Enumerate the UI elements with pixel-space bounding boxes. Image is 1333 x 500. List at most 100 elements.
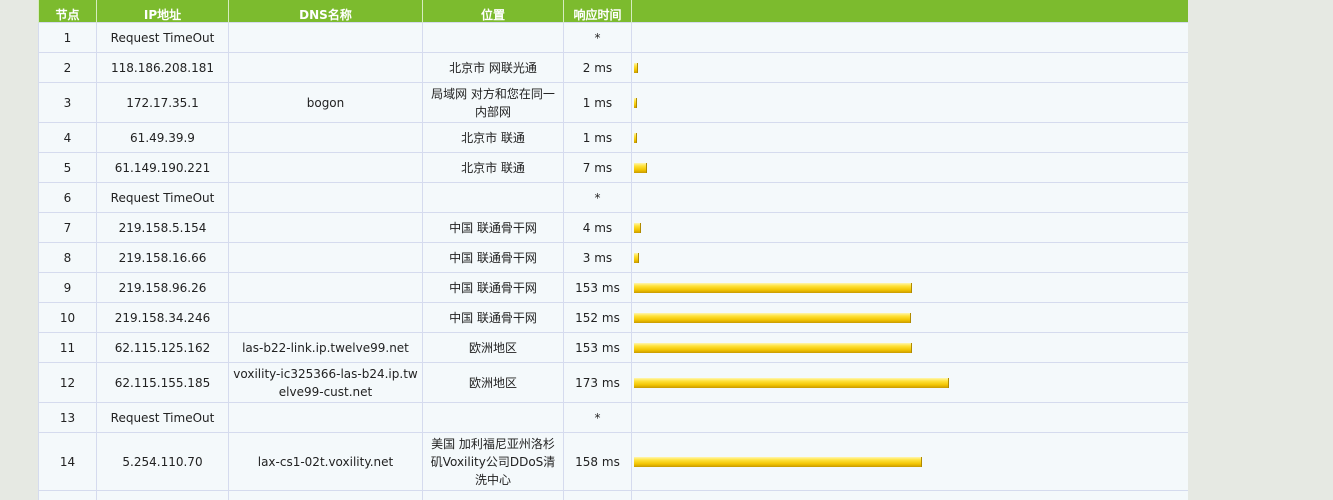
hop-cell: 9: [38, 272, 97, 303]
time-cell: 152 ms: [563, 302, 632, 333]
table-row-partial: [38, 490, 1188, 500]
ip-cell: Request TimeOut: [96, 22, 229, 53]
latency-bar-cell: [631, 82, 1188, 123]
latency-bar-cell: [631, 212, 1188, 243]
table-row: 11 62.115.125.162 las-b22-link.ip.twelve…: [38, 332, 1188, 363]
location-cell: 欧洲地区: [422, 362, 564, 403]
latency-bar-cell: [631, 152, 1188, 183]
location-cell: 中国 联通骨干网: [422, 242, 564, 273]
time-cell: *: [563, 22, 632, 53]
dns-cell: [228, 22, 423, 53]
location-cell: 中国 联通骨干网: [422, 272, 564, 303]
latency-bar-cell: [631, 272, 1188, 303]
dns-cell: [228, 402, 423, 433]
ip-cell: 62.115.155.185: [96, 362, 229, 403]
table-row: 5 61.149.190.221 北京市 联通 7 ms: [38, 152, 1188, 183]
ip-cell: 219.158.96.26: [96, 272, 229, 303]
header-hop: 节点: [38, 0, 97, 23]
latency-bar-cell: [631, 52, 1188, 83]
hop-cell: 8: [38, 242, 97, 273]
table-row: 9 219.158.96.26 中国 联通骨干网 153 ms: [38, 272, 1188, 303]
table-row: 14 5.254.110.70 lax-cs1-02t.voxility.net…: [38, 432, 1188, 491]
time-cell: 4 ms: [563, 212, 632, 243]
ip-cell: 219.158.34.246: [96, 302, 229, 333]
time-cell: 1 ms: [563, 82, 632, 123]
dns-cell: [228, 52, 423, 83]
latency-bar: [634, 97, 637, 108]
location-cell: [422, 402, 564, 433]
hop-cell: 4: [38, 122, 97, 153]
ip-cell: Request TimeOut: [96, 182, 229, 213]
hop-cell: 10: [38, 302, 97, 333]
dns-cell: bogon: [228, 82, 423, 123]
table-row: 2 118.186.208.181 北京市 网联光通 2 ms: [38, 52, 1188, 83]
latency-bar: [634, 312, 911, 323]
time-cell: 173 ms: [563, 362, 632, 403]
latency-bar: [634, 342, 912, 353]
latency-bar: [634, 62, 638, 73]
hop-cell: 11: [38, 332, 97, 363]
table-row: 3 172.17.35.1 bogon 局域网 对方和您在同一内部网 1 ms: [38, 82, 1188, 123]
hop-cell: 1: [38, 22, 97, 53]
time-cell: 2 ms: [563, 52, 632, 83]
latency-bar: [634, 456, 922, 467]
location-cell: 中国 联通骨干网: [422, 212, 564, 243]
latency-bar: [634, 222, 641, 233]
latency-bar-cell: [631, 182, 1188, 213]
ip-cell: Request TimeOut: [96, 402, 229, 433]
table-row: 12 62.115.155.185 voxility-ic325366-las-…: [38, 362, 1188, 403]
header-dns: DNS名称: [228, 0, 423, 23]
latency-bar: [634, 377, 949, 388]
latency-bar: [634, 282, 912, 293]
latency-bar-cell: [631, 402, 1188, 433]
table-row: 7 219.158.5.154 中国 联通骨干网 4 ms: [38, 212, 1188, 243]
latency-bar: [634, 162, 647, 173]
dns-cell: [228, 212, 423, 243]
location-cell: [422, 22, 564, 53]
location-cell: 美国 加利福尼亚州洛杉矶Voxility公司DDoS清洗中心: [422, 432, 564, 491]
time-cell: 153 ms: [563, 272, 632, 303]
ip-cell: 219.158.5.154: [96, 212, 229, 243]
header-ip: IP地址: [96, 0, 229, 23]
dns-cell: [228, 302, 423, 333]
dns-cell: [228, 182, 423, 213]
latency-bar: [634, 252, 639, 263]
table-row: 6 Request TimeOut *: [38, 182, 1188, 213]
latency-bar: [634, 132, 637, 143]
latency-bar-cell: [631, 22, 1188, 53]
location-cell: 欧洲地区: [422, 332, 564, 363]
dns-cell: lax-cs1-02t.voxility.net: [228, 432, 423, 491]
ip-cell: 118.186.208.181: [96, 52, 229, 83]
table-row: 8 219.158.16.66 中国 联通骨干网 3 ms: [38, 242, 1188, 273]
header-response-time: 响应时间: [563, 0, 632, 23]
table-row: 4 61.49.39.9 北京市 联通 1 ms: [38, 122, 1188, 153]
time-cell: *: [563, 182, 632, 213]
table-header-row: 节点 IP地址 DNS名称 位置 响应时间: [38, 0, 1188, 23]
location-cell: 北京市 网联光通: [422, 52, 564, 83]
time-cell: 1 ms: [563, 122, 632, 153]
location-cell: [422, 182, 564, 213]
time-cell: 153 ms: [563, 332, 632, 363]
ip-cell: 219.158.16.66: [96, 242, 229, 273]
table-row: 10 219.158.34.246 中国 联通骨干网 152 ms: [38, 302, 1188, 333]
dns-cell: las-b22-link.ip.twelve99.net: [228, 332, 423, 363]
latency-bar-cell: [631, 302, 1188, 333]
location-cell: 中国 联通骨干网: [422, 302, 564, 333]
time-cell: *: [563, 402, 632, 433]
hop-cell: 3: [38, 82, 97, 123]
table-row: 13 Request TimeOut *: [38, 402, 1188, 433]
hop-cell: 13: [38, 402, 97, 433]
dns-cell: voxility-ic325366-las-b24.ip.twelve99-cu…: [228, 362, 423, 403]
hop-cell: 6: [38, 182, 97, 213]
time-cell: 3 ms: [563, 242, 632, 273]
ip-cell: 62.115.125.162: [96, 332, 229, 363]
dns-cell: [228, 122, 423, 153]
table-row: 1 Request TimeOut *: [38, 22, 1188, 53]
dns-cell: [228, 272, 423, 303]
hop-cell: 7: [38, 212, 97, 243]
hop-cell: 5: [38, 152, 97, 183]
ip-cell: 172.17.35.1: [96, 82, 229, 123]
location-cell: 局域网 对方和您在同一内部网: [422, 82, 564, 123]
ip-cell: 5.254.110.70: [96, 432, 229, 491]
location-cell: 北京市 联通: [422, 122, 564, 153]
